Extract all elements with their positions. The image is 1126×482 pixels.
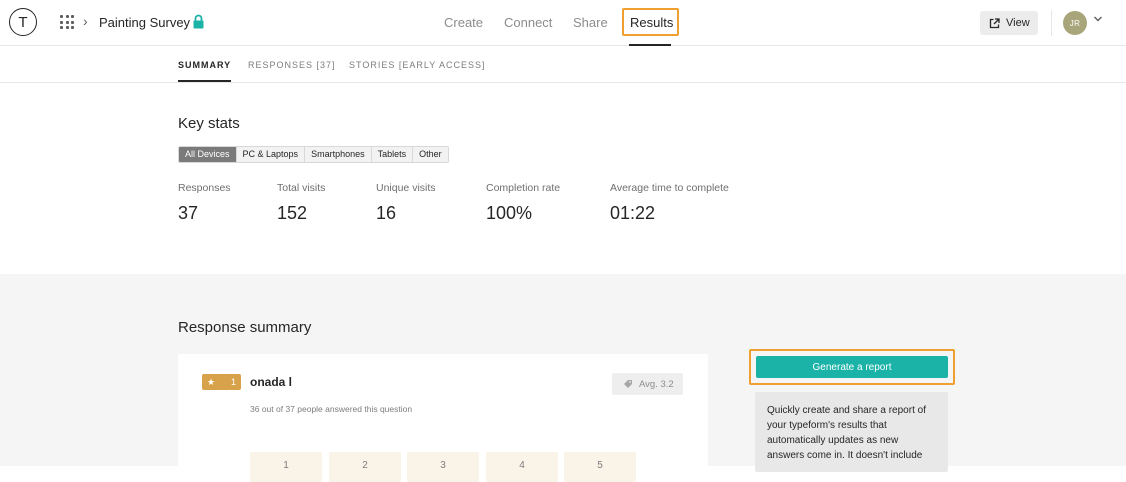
- stat-label: Unique visits: [376, 182, 436, 194]
- stat-value: 01:22: [610, 203, 656, 223]
- filter-smartphones[interactable]: Smartphones: [305, 147, 372, 162]
- tab-stories[interactable]: STORIES [EARLY ACCESS]: [349, 60, 486, 70]
- question-card: ★ 1 onada l 36 out of 37 people answered…: [178, 354, 708, 482]
- stat-label: Total visits: [277, 182, 326, 194]
- nav-results[interactable]: Results: [630, 15, 673, 30]
- stat-label: Average time to complete: [610, 182, 729, 194]
- tab-responses[interactable]: RESPONSES [37]: [248, 60, 336, 70]
- external-link-icon: [989, 17, 1000, 28]
- stat-value: 100%: [486, 203, 533, 223]
- response-summary-title: Response summary: [178, 319, 312, 336]
- rating-option: 2: [329, 452, 401, 482]
- subtab-active-underline: [178, 80, 231, 82]
- top-bar: T › Painting Survey Create Connect Share…: [0, 0, 1126, 46]
- stat-label: Responses: [178, 182, 231, 194]
- filter-pc-laptops[interactable]: PC & Laptops: [236, 147, 306, 162]
- stat-total-visits: Total visits 152: [277, 182, 325, 224]
- question-number: 1: [230, 377, 236, 387]
- device-filter: All Devices PC & Laptops Smartphones Tab…: [178, 146, 449, 163]
- header-divider: [1051, 10, 1052, 36]
- average-value: Avg. 3.2: [639, 378, 674, 390]
- rating-option: 1: [250, 452, 322, 482]
- rating-option: 4: [486, 452, 558, 482]
- logo-letter: T: [18, 13, 28, 31]
- generate-report-button[interactable]: Generate a report: [756, 356, 948, 378]
- nav-connect[interactable]: Connect: [504, 15, 552, 30]
- star-icon: ★: [207, 376, 216, 387]
- stat-label: Completion rate: [486, 182, 561, 194]
- typeform-logo[interactable]: T: [9, 8, 37, 36]
- view-button[interactable]: View: [980, 11, 1038, 35]
- stat-completion-rate: Completion rate 100%: [486, 182, 560, 224]
- answered-count: 36 out of 37 people answered this questi…: [250, 404, 413, 414]
- filter-other[interactable]: Other: [413, 147, 448, 162]
- chevron-right-icon: ›: [83, 13, 88, 29]
- question-title: onada l: [250, 375, 293, 389]
- generate-report-highlight: Generate a report: [749, 349, 955, 385]
- stat-value: 152: [277, 203, 308, 223]
- user-avatar[interactable]: JR: [1063, 11, 1087, 35]
- tag-icon: [624, 380, 632, 388]
- filter-all-devices[interactable]: All Devices: [179, 147, 237, 162]
- nav-create[interactable]: Create: [444, 15, 483, 30]
- form-title[interactable]: Painting Survey: [99, 15, 190, 30]
- filter-tablets[interactable]: Tablets: [371, 147, 414, 162]
- stat-responses: Responses 37: [178, 182, 231, 224]
- question-badge: ★ 1: [202, 374, 241, 390]
- view-label: View: [1006, 17, 1030, 29]
- rating-option: 3: [407, 452, 479, 482]
- apps-grid-icon[interactable]: [60, 15, 74, 29]
- stat-average-time: Average time to complete 01:22: [610, 182, 729, 224]
- key-stats-title: Key stats: [178, 115, 240, 132]
- tab-summary[interactable]: SUMMARY: [178, 60, 231, 70]
- average-pill: Avg. 3.2: [612, 373, 683, 395]
- results-subtabs: SUMMARY RESPONSES [37] STORIES [EARLY AC…: [0, 46, 1126, 83]
- lock-icon: [193, 14, 204, 29]
- stat-value: 16: [376, 203, 397, 223]
- stat-value: 37: [178, 203, 199, 223]
- nav-share[interactable]: Share: [573, 15, 608, 30]
- chevron-down-icon[interactable]: [1093, 14, 1103, 24]
- report-info-card: Quickly create and share a report of you…: [755, 392, 948, 472]
- stat-unique-visits: Unique visits 16: [376, 182, 436, 224]
- rating-option: 5: [564, 452, 636, 482]
